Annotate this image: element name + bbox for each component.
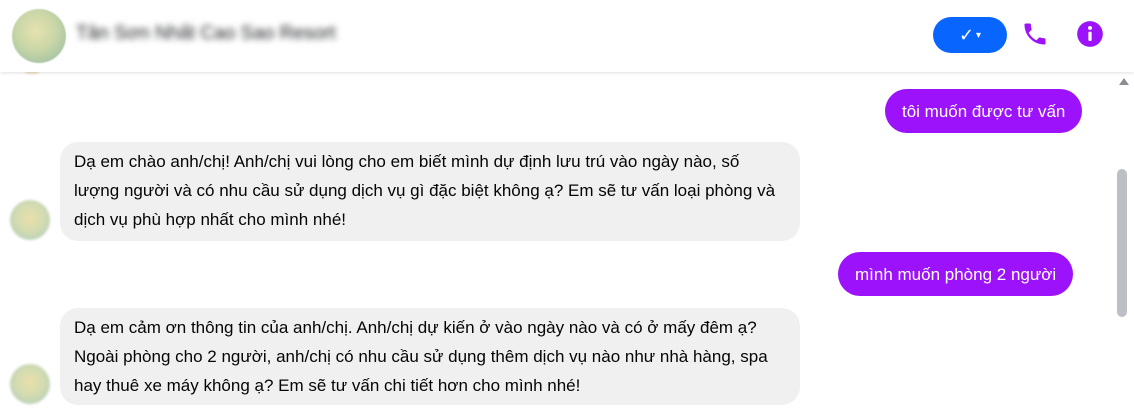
contact-avatar[interactable] xyxy=(12,9,66,63)
mark-done-button[interactable]: ✓ ▾ xyxy=(933,17,1007,53)
outgoing-message[interactable]: tôi muốn được tư vấn xyxy=(885,89,1083,133)
phone-icon[interactable] xyxy=(1021,20,1049,48)
message-list: tôi muốn được tư vấn Dạ em chào anh/chị!… xyxy=(0,72,1114,408)
incoming-message[interactable]: Dạ em cảm ơn thông tin của anh/chị. Anh/… xyxy=(60,308,800,405)
contact-name[interactable]: Tân Sơn Nhất Cao Sao Resort xyxy=(76,23,336,45)
messenger-chat-window: Tân Sơn Nhất Cao Sao Resort ✓ ▾ tôi muốn… xyxy=(0,0,1134,408)
scrollbar-thumb[interactable] xyxy=(1117,169,1127,317)
incoming-message[interactable]: Dạ em chào anh/chị! Anh/chị vui lòng cho… xyxy=(60,142,800,241)
scrollbar[interactable] xyxy=(1114,72,1134,408)
avatar xyxy=(22,72,42,74)
outgoing-message[interactable]: mình muốn phòng 2 người xyxy=(838,252,1074,296)
sender-avatar xyxy=(10,364,50,404)
conversation-header: Tân Sơn Nhất Cao Sao Resort ✓ ▾ xyxy=(0,0,1134,72)
info-icon[interactable] xyxy=(1076,20,1104,48)
check-icon: ✓ xyxy=(958,24,975,45)
sender-avatar xyxy=(10,200,50,240)
scroll-up-arrow-icon[interactable] xyxy=(1119,78,1129,85)
chevron-down-icon: ▾ xyxy=(976,29,982,41)
